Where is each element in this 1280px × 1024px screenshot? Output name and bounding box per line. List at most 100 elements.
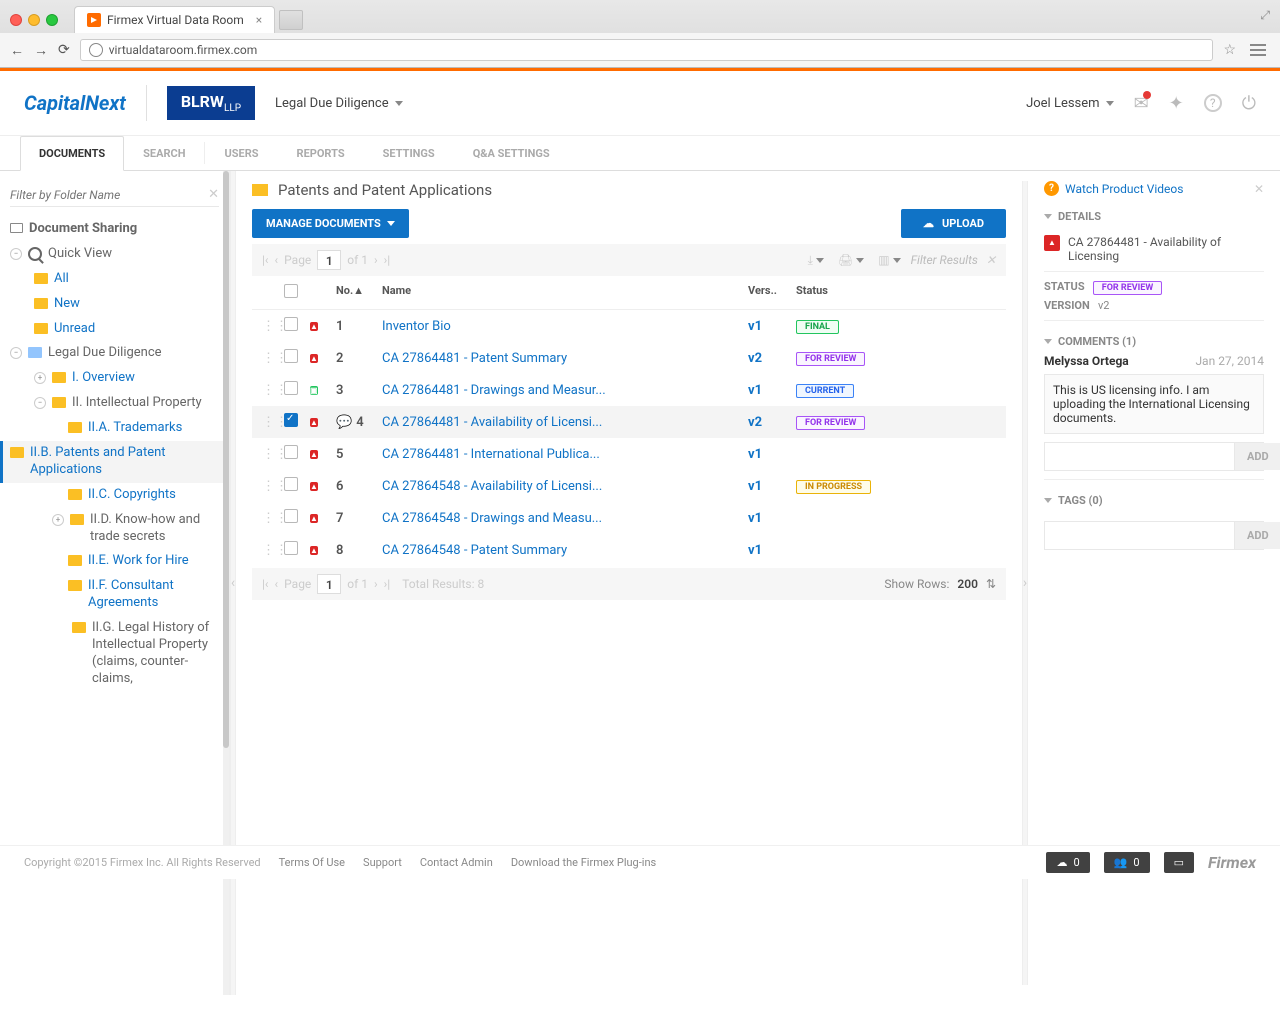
sidebar-legal-due-diligence[interactable]: −Legal Due Diligence — [0, 341, 229, 366]
document-name[interactable]: CA 27864548 - Drawings and Measu... — [382, 511, 748, 526]
document-version[interactable]: v1 — [748, 511, 796, 526]
pagination-bottom[interactable]: |‹ ‹ Page 1 of 1 › ›| Total Results: 8 — [262, 574, 484, 594]
tab-settings[interactable]: SETTINGS — [364, 136, 454, 170]
tab-users[interactable]: USERS — [205, 136, 277, 170]
col-version[interactable]: Vers.. — [748, 284, 796, 301]
tab-search[interactable]: SEARCH — [124, 136, 204, 170]
close-watch-icon[interactable]: ✕ — [1254, 182, 1264, 196]
address-bar[interactable]: virtualdataroom.firmex.com — [80, 39, 1214, 61]
sidebar-trademarks[interactable]: II.A. Trademarks — [0, 416, 229, 441]
users-online-badge[interactable]: 👥 0 — [1104, 852, 1150, 873]
document-version[interactable]: v1 — [748, 447, 796, 462]
expand-icon[interactable]: + — [34, 372, 46, 384]
page-number-input[interactable]: 1 — [317, 574, 341, 594]
row-checkbox[interactable] — [284, 477, 298, 491]
user-menu[interactable]: Joel Lessem — [1026, 96, 1113, 111]
sidebar-consultant-agreements[interactable]: II.F. Consultant Agreements — [0, 574, 229, 616]
print-menu[interactable]: 🖨 — [838, 253, 864, 267]
row-checkbox[interactable] — [284, 413, 298, 427]
sidebar-qv-new[interactable]: New — [0, 292, 229, 317]
row-checkbox[interactable] — [284, 381, 298, 395]
clear-filter-results-icon[interactable]: ✕ — [986, 253, 996, 267]
sidebar-overview[interactable]: +I. Overview — [0, 366, 229, 391]
first-page-icon[interactable]: |‹ — [262, 253, 269, 267]
project-selector[interactable]: Legal Due Diligence — [275, 96, 403, 111]
reload-button[interactable]: ⟳ — [58, 42, 70, 58]
prev-page-icon[interactable]: ‹ — [275, 253, 279, 267]
next-page-icon[interactable]: › — [374, 253, 378, 267]
tools-icon[interactable]: ✦ — [1169, 93, 1184, 114]
table-row[interactable]: ⋮⋮▲7CA 27864548 - Drawings and Measu...v… — [252, 502, 1006, 534]
columns-menu[interactable]: ▥ — [878, 253, 900, 267]
table-row[interactable]: ⋮⋮▲6CA 27864548 - Availability of Licens… — [252, 470, 1006, 502]
document-name[interactable]: CA 27864548 - Availability of Licensi... — [382, 479, 748, 494]
document-name[interactable]: Inventor Bio — [382, 319, 748, 334]
messages-icon[interactable]: ✉ — [1134, 93, 1149, 114]
table-row[interactable]: ⋮⋮▲5CA 27864481 - International Publica.… — [252, 438, 1006, 470]
window-controls[interactable] — [10, 14, 58, 26]
browser-tab[interactable]: Firmex Virtual Data Room × — [74, 6, 275, 33]
site-info-icon[interactable] — [89, 43, 103, 57]
col-no[interactable]: No.▲ — [336, 284, 382, 301]
close-window-icon[interactable] — [10, 14, 22, 26]
last-page-icon[interactable]: ›| — [384, 253, 391, 267]
add-tag-button[interactable]: ADD — [1234, 522, 1280, 549]
upload-queue-badge[interactable]: ☁ 0 — [1046, 852, 1089, 873]
footer-terms[interactable]: Terms Of Use — [279, 856, 345, 869]
table-row[interactable]: ⋮⋮▲💬4CA 27864481 - Availability of Licen… — [252, 406, 1006, 438]
export-menu[interactable]: ⤓ — [808, 253, 824, 268]
document-name[interactable]: CA 27864481 - Patent Summary — [382, 351, 748, 366]
row-checkbox[interactable] — [284, 541, 298, 555]
sidebar-intellectual-property[interactable]: −II. Intellectual Property — [0, 391, 229, 416]
filter-folder-input[interactable] — [10, 188, 208, 202]
document-name[interactable]: CA 27864481 - Drawings and Measur... — [382, 383, 748, 398]
details-section-header[interactable]: DETAILS — [1044, 204, 1264, 229]
watch-videos-link[interactable]: ? Watch Product Videos ✕ — [1044, 181, 1264, 196]
sidebar-document-sharing[interactable]: Document Sharing — [0, 217, 229, 242]
sidebar-work-for-hire[interactable]: II.E. Work for Hire — [0, 549, 229, 574]
add-tag-input[interactable] — [1045, 522, 1234, 549]
sidebar-qv-unread[interactable]: Unread — [0, 317, 229, 342]
footer-support[interactable]: Support — [363, 856, 402, 869]
page-number-input[interactable]: 1 — [317, 250, 341, 270]
manage-documents-button[interactable]: MANAGE DOCUMENTS — [252, 209, 409, 238]
collapse-icon[interactable]: − — [34, 397, 46, 409]
tab-reports[interactable]: REPORTS — [278, 136, 364, 170]
table-row[interactable]: ⋮⋮▣3CA 27864481 - Drawings and Measur...… — [252, 374, 1006, 406]
prev-page-icon[interactable]: ‹ — [275, 577, 279, 591]
help-icon[interactable]: ? — [1204, 94, 1222, 112]
sidebar-knowhow[interactable]: +II.D. Know-how and trade secrets — [0, 508, 229, 550]
clear-filter-icon[interactable]: ✕ — [208, 187, 219, 202]
logout-icon[interactable]: ⏻ — [1242, 93, 1256, 114]
document-version[interactable]: v2 — [748, 351, 796, 366]
row-checkbox[interactable] — [284, 509, 298, 523]
col-name[interactable]: Name — [382, 284, 748, 301]
row-checkbox[interactable] — [284, 445, 298, 459]
add-comment-input[interactable] — [1045, 443, 1234, 470]
document-version[interactable]: v1 — [748, 383, 796, 398]
pagination-top[interactable]: |‹ ‹ Page 1 of 1 › ›| — [262, 250, 390, 270]
sidebar-quick-view[interactable]: −Quick View — [0, 242, 229, 267]
new-tab-button[interactable] — [279, 10, 303, 30]
stepper-icon[interactable]: ⇅ — [986, 577, 996, 591]
document-name[interactable]: CA 27864481 - Availability of Licensi... — [382, 415, 748, 430]
forward-button[interactable]: → — [34, 42, 48, 59]
row-checkbox[interactable] — [284, 349, 298, 363]
sidebar-qv-all[interactable]: All — [0, 267, 229, 292]
enter-fullscreen-icon[interactable]: ⤢ — [1260, 8, 1270, 23]
document-version[interactable]: v2 — [748, 415, 796, 430]
table-row[interactable]: ⋮⋮▲1Inventor Biov1FINAL — [252, 310, 1006, 342]
sidebar-legal-history[interactable]: II.G. Legal History of Intellectual Prop… — [0, 616, 229, 692]
expand-icon[interactable]: + — [52, 514, 64, 526]
browser-menu-icon[interactable] — [1246, 40, 1270, 60]
next-page-icon[interactable]: › — [374, 577, 378, 591]
maximize-window-icon[interactable] — [46, 14, 58, 26]
tab-documents[interactable]: DOCUMENTS — [20, 136, 124, 171]
tab-qa-settings[interactable]: Q&A SETTINGS — [454, 136, 569, 170]
close-tab-icon[interactable]: × — [256, 13, 262, 27]
sidebar-copyrights[interactable]: II.C. Copyrights — [0, 483, 229, 508]
footer-contact-admin[interactable]: Contact Admin — [420, 856, 493, 869]
footer-widget[interactable]: ▭ — [1164, 852, 1194, 873]
table-row[interactable]: ⋮⋮▲2CA 27864481 - Patent Summaryv2FOR RE… — [252, 342, 1006, 374]
document-name[interactable]: CA 27864548 - Patent Summary — [382, 543, 748, 558]
